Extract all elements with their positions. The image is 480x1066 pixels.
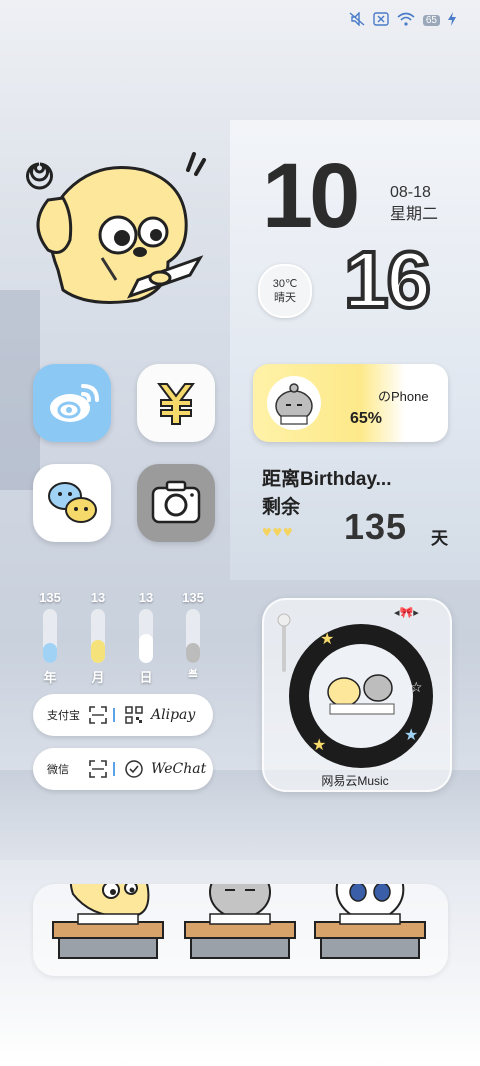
progress-value: 135 [182, 590, 204, 605]
birthday-days: 135 [344, 506, 408, 547]
wifi-icon [397, 12, 415, 29]
wechat-logo-icon[interactable] [125, 760, 143, 778]
progress-month: 13 月 [83, 590, 113, 686]
weibo-icon [50, 384, 99, 422]
svg-text:★: ★ [404, 725, 418, 744]
progress-label: 年 [43, 670, 57, 685]
clock-minute[interactable]: 16 [342, 238, 433, 322]
progress-track [139, 609, 153, 663]
svg-text:★: ★ [320, 629, 334, 648]
alipay-name: 支付宝 [47, 710, 80, 722]
alipay-shortcut[interactable]: 支付宝 Alipay [33, 694, 213, 736]
progress-fill [43, 643, 57, 663]
progress-track [43, 609, 57, 663]
vinyl-record: ★ ★ ★ ☆ ◂🎀▸ [277, 606, 433, 768]
bow-icon: ◂🎀▸ [394, 606, 419, 619]
svg-text:★: ★ [312, 735, 326, 754]
scan-icon[interactable] [89, 706, 107, 724]
progress-fill [186, 643, 200, 663]
progress-track [186, 609, 200, 663]
birthday-title[interactable]: 距离Birthday... [262, 464, 392, 491]
alipay-script: Alipay [151, 707, 196, 723]
weather-temp: 30℃ [272, 278, 298, 290]
phone-name: のPhone [378, 389, 429, 404]
weather-condition: 晴天 [274, 292, 296, 304]
birthday-unit: 天 [431, 529, 448, 548]
no-sim-icon [373, 12, 389, 29]
studying-characters [52, 852, 426, 959]
date-text: 08-18 [390, 184, 431, 201]
progress-year: 135 年 [35, 590, 65, 686]
camera-app[interactable] [137, 464, 215, 542]
mute-icon [349, 11, 365, 29]
birthday-remaining: 剩余 [262, 497, 301, 518]
progress-label: 日 [139, 670, 153, 685]
phone-percent: 65% [350, 410, 383, 427]
music-label: 网易云Music [321, 774, 389, 788]
weibo-app[interactable] [33, 364, 111, 442]
status-bar: 65 [349, 11, 456, 29]
divider [113, 762, 115, 776]
clock-hour[interactable]: 10 [262, 150, 360, 242]
wechat-pay-shortcut[interactable]: 微信 WeChat [33, 748, 213, 790]
weather-badge[interactable]: 30℃ 晴天 [258, 264, 312, 318]
divider [113, 708, 115, 722]
yuan-app[interactable] [137, 364, 215, 442]
character-band [33, 852, 448, 976]
scan-icon[interactable] [89, 760, 107, 778]
hearts-icon: ♥♥♥ [262, 524, 294, 541]
progress-value: 135 [39, 590, 61, 605]
progress-value: 13 [90, 590, 106, 605]
wechat-script: WeChat [151, 761, 207, 777]
svg-text:☆: ☆ [410, 680, 423, 696]
progress-day: 13 日 [131, 590, 161, 686]
dog-sticker [18, 140, 218, 315]
progress-fill [139, 633, 153, 663]
progress-fill [91, 640, 105, 663]
battery-icon: 65 [422, 15, 440, 26]
weekday-text: 星期二 [390, 206, 439, 223]
phone-avatar [267, 376, 321, 430]
wechat-app[interactable] [33, 464, 111, 542]
progress-label: 月 [91, 670, 105, 685]
progress-label: ≝ [187, 667, 199, 682]
qr-code-icon[interactable] [125, 706, 143, 724]
yuan-icon [157, 383, 195, 425]
wechat-name: 微信 [47, 764, 69, 776]
camera-icon [151, 480, 201, 524]
progress-other: 135 ≝ [178, 590, 208, 683]
progress-value: 13 [138, 590, 154, 605]
charging-icon [448, 12, 456, 29]
wechat-icon [48, 482, 97, 523]
progress-track [91, 609, 105, 663]
music-widget[interactable]: ★ ★ ★ ☆ ◂🎀▸ [262, 598, 452, 792]
clock-date: 08-18 星期二 [390, 182, 438, 226]
